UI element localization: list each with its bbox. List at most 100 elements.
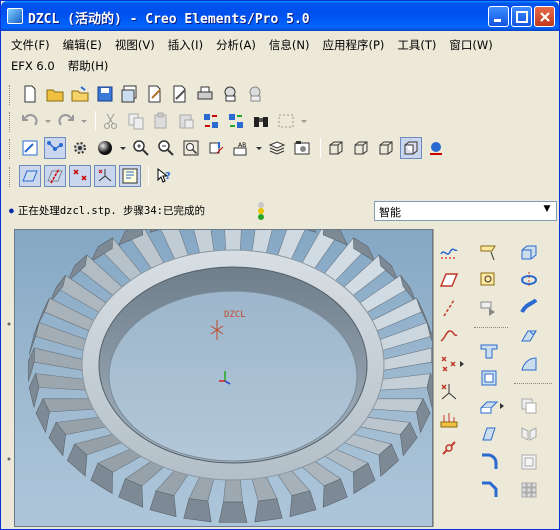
menu-efx[interactable]: EFX 6.0 [5,59,62,73]
zoom-in-icon [133,140,149,156]
cut-button[interactable] [100,110,122,132]
send-mail-button[interactable] [219,83,241,105]
send-link-button[interactable] [244,83,266,105]
rib-dropdown[interactable] [498,395,506,417]
revolve-sketch-button[interactable] [478,269,500,291]
datum-axes-toggle[interactable] [44,165,66,187]
refit-button[interactable] [180,137,202,159]
shell-button[interactable] [478,367,500,389]
rib-button[interactable] [478,395,500,417]
csys-button[interactable] [438,381,460,403]
datum-points-toggle[interactable] [69,165,91,187]
zoom-in-button[interactable] [130,137,152,159]
layers-button[interactable] [266,137,288,159]
select-box-button[interactable] [275,110,297,132]
blend-button[interactable] [518,325,540,347]
orient-settings-button[interactable] [69,137,91,159]
rename-button[interactable] [144,83,166,105]
open-button[interactable] [44,83,66,105]
save-copy-button[interactable] [119,83,141,105]
zoom-out-button[interactable] [155,137,177,159]
insert-arrow-button[interactable] [478,297,500,319]
wireframe-button[interactable] [325,137,347,159]
left-panel-splitter[interactable] [5,229,13,527]
menu-insert[interactable]: 插入(I) [162,37,210,53]
menu-file[interactable]: 文件(F) [5,37,57,53]
view-manager-button[interactable] [291,137,313,159]
undo-button[interactable] [19,110,41,132]
print-button[interactable] [194,83,216,105]
csys-toggle[interactable] [94,165,116,187]
toolbar-grip[interactable] [9,139,12,159]
regenerate-button[interactable] [200,110,222,132]
regen-status-icon[interactable] [255,201,267,224]
sketch-plane-button[interactable] [478,241,500,263]
hidden-line-button[interactable] [350,137,372,159]
menu-tools[interactable]: 工具(T) [391,37,443,53]
new-file-button[interactable] [19,83,41,105]
reorient-button[interactable] [205,137,227,159]
copy-feature-button[interactable] [518,395,540,417]
annotations-toggle[interactable] [119,165,141,187]
menu-analysis[interactable]: 分析(A) [210,37,263,53]
no-hidden-button[interactable] [375,137,397,159]
menu-help[interactable]: 帮助(H) [62,58,116,74]
graphics-window[interactable]: DZCL [14,229,433,527]
menu-applications[interactable]: 应用程序(P) [316,37,391,53]
datum-point-button[interactable] [438,353,460,375]
find-button[interactable] [250,110,272,132]
boundary-blend-button[interactable] [518,353,540,375]
menu-window[interactable]: 窗口(W) [443,37,499,53]
analysis-feature-button[interactable] [438,409,460,431]
saved-views-button[interactable]: AB [230,137,252,159]
select-box-dropdown[interactable] [300,110,308,132]
shading-dropdown[interactable] [119,137,127,159]
chamfer-button[interactable] [478,479,500,501]
sweep-button[interactable] [518,297,540,319]
close-button[interactable] [534,6,555,27]
datum-display-button[interactable] [44,137,66,159]
sketch-view-button[interactable] [19,137,41,159]
menu-view[interactable]: 视图(V) [109,37,162,53]
paste-special-button[interactable] [175,110,197,132]
pattern-button[interactable] [518,479,540,501]
datum-axis-button[interactable] [438,297,460,319]
copy-button[interactable] [125,110,147,132]
maximize-button[interactable] [511,6,532,27]
context-help-button[interactable]: ? [153,165,175,187]
datum-point-dropdown[interactable] [458,353,466,375]
draft-button[interactable] [478,423,500,445]
datum-plane-button[interactable] [438,269,460,291]
revolve-button[interactable] [518,269,540,291]
selection-filter-select[interactable]: 智能 ▼ [374,201,557,221]
redo-dropdown[interactable] [80,110,88,132]
datum-planes-toggle[interactable] [19,165,41,187]
menu-info[interactable]: 信息(N) [263,37,317,53]
minimize-button[interactable] [488,6,509,27]
toolbar-grip[interactable] [9,112,12,132]
paste-button[interactable] [150,110,172,132]
model-tree-button[interactable] [425,137,447,159]
redo-button[interactable] [55,110,77,132]
chain-button[interactable] [438,437,460,459]
hole-button[interactable] [478,339,500,361]
edit-button[interactable] [169,83,191,105]
extrude-button[interactable] [518,241,540,263]
save-button[interactable] [94,83,116,105]
shaded-button[interactable] [400,137,422,159]
title-bar[interactable]: DZCL (活动的) - Creo Elements/Pro 5.0 [1,1,559,31]
round-button[interactable] [478,451,500,473]
menu-edit[interactable]: 编辑(E) [57,37,109,53]
toolbar-grip[interactable] [9,167,12,187]
toolbar-grip[interactable] [9,85,12,105]
undo-dropdown[interactable] [44,110,52,132]
datum-curve-button[interactable] [438,325,460,347]
shading-button[interactable] [94,137,116,159]
open-folder-button[interactable] [69,83,91,105]
gear-model[interactable]: DZCL [15,230,433,527]
sketch-tool-button[interactable] [438,241,460,263]
regen-manager-button[interactable] [225,110,247,132]
saved-views-dropdown[interactable] [255,137,263,159]
merge-button[interactable] [518,451,540,473]
mirror-button[interactable] [518,423,540,445]
